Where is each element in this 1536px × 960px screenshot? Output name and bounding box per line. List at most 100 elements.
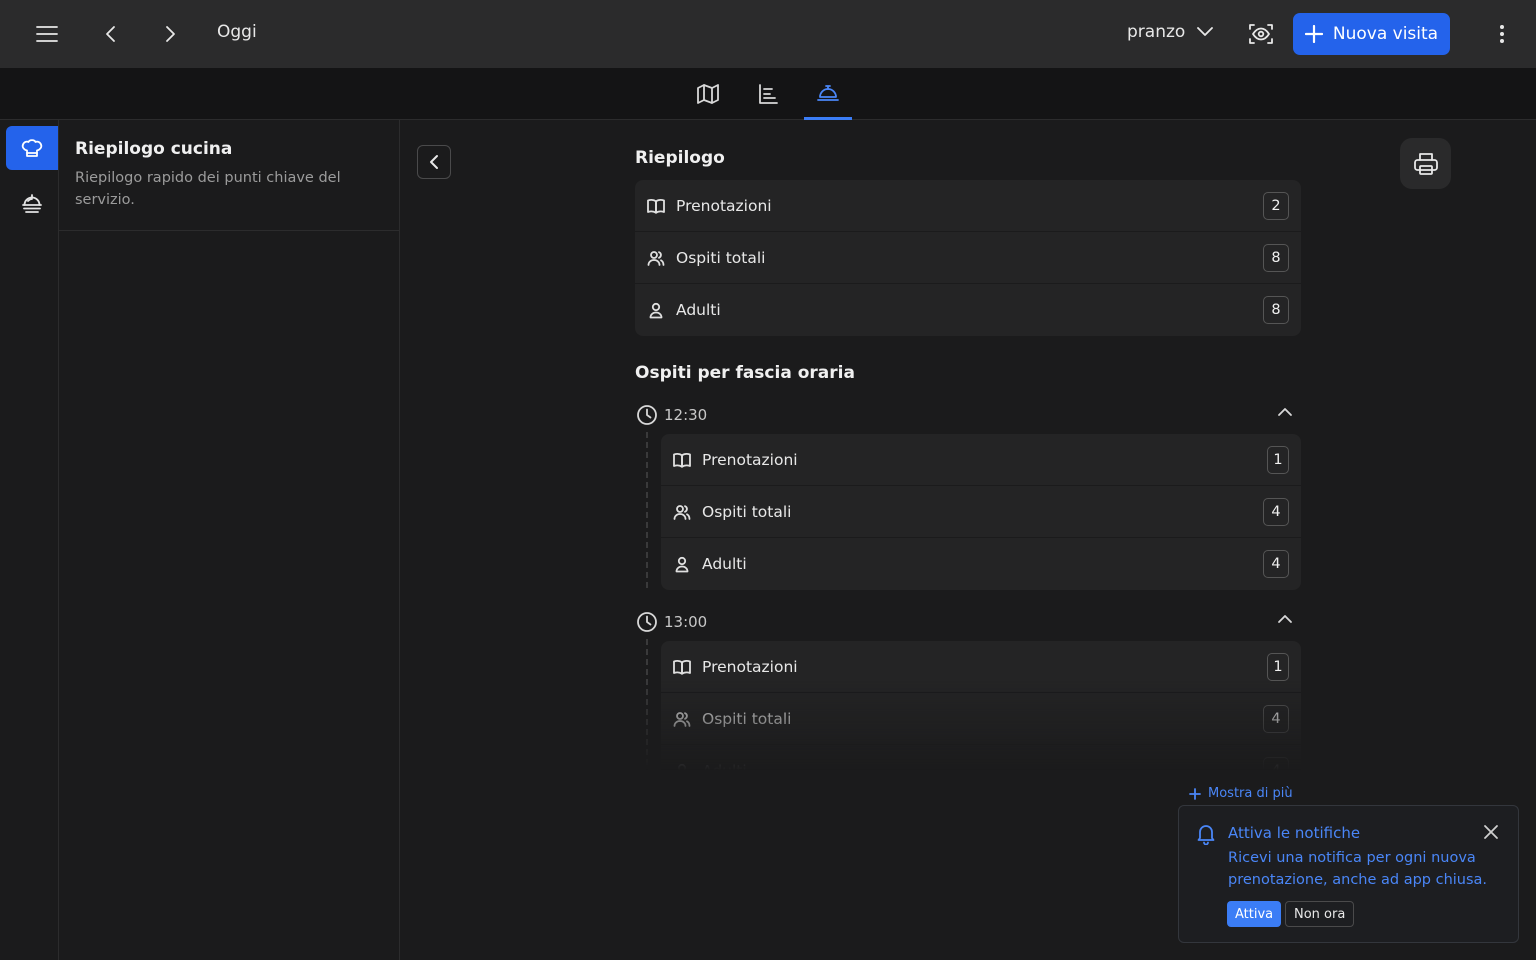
service-value: pranzo (1127, 22, 1186, 42)
time-slot-time: 13:00 (664, 613, 708, 631)
slot-row-label: Adulti (702, 555, 747, 573)
toast-body: Ricevi una notifica per ogni nuova preno… (1228, 850, 1488, 888)
panel-subtitle: Riepilogo rapido dei punti chiave del se… (75, 170, 341, 208)
open-book-icon (647, 198, 665, 214)
date-label[interactable]: Oggi (217, 22, 257, 42)
slot-row-total-guests: Ospiti totali 4 (661, 486, 1301, 538)
chef-hat-icon (21, 139, 43, 157)
slot-row-bookings: Prenotazioni 1 (661, 434, 1301, 486)
view-toggle-button[interactable] (1241, 14, 1281, 54)
time-slot-connector (646, 432, 648, 588)
next-day-button[interactable] (150, 14, 190, 54)
slot-row-total-guests: Ospiti totali 4 (661, 693, 1301, 745)
collapse-panel-button[interactable] (417, 145, 451, 179)
service-select[interactable]: pranzo (1127, 22, 1214, 42)
slot-row-label: Adulti (702, 762, 1263, 770)
map-icon (697, 84, 719, 104)
show-more-link[interactable]: Mostra di più (1189, 786, 1293, 801)
rail-kitchen-summary[interactable] (6, 126, 58, 170)
summary-row-count: 2 (1263, 191, 1289, 220)
not-now-button[interactable]: Non ora (1285, 901, 1355, 927)
slot-row-count: 4 (1263, 704, 1289, 733)
users-icon (647, 250, 665, 266)
panel-title: Riepilogo cucina (75, 139, 233, 159)
summary-title: Riepilogo (635, 148, 725, 168)
eye-scan-icon (1249, 24, 1273, 44)
slot-row-label: Prenotazioni (702, 450, 798, 469)
chevron-up-icon (1278, 615, 1292, 623)
rail-dishes[interactable] (6, 182, 58, 226)
clock-icon (637, 405, 657, 425)
toast-title: Attiva le notifiche (1228, 824, 1361, 842)
summary-row-label: Adulti (676, 301, 721, 319)
slot-row-count: 1 (1267, 652, 1289, 681)
summary-row-label: Ospiti totali (676, 248, 766, 267)
tab-map[interactable] (684, 68, 732, 120)
slot-row-adults: Adulti 4 (661, 745, 1301, 770)
kitchen-summary-content: Riepilogo Prenotazioni 2 Ospiti totali 8… (635, 120, 1301, 770)
user-icon (675, 556, 689, 573)
panel-header: Riepilogo cucina Riepilogo rapido dei pu… (59, 120, 399, 231)
summary-row-count: 8 (1263, 243, 1289, 272)
time-slot-header[interactable]: 13:00 (635, 608, 1301, 636)
summary-row-total-guests: Ospiti totali 8 (635, 232, 1301, 284)
time-slot-header[interactable]: 12:30 (635, 401, 1301, 429)
hamburger-icon (36, 26, 58, 42)
more-options-button[interactable] (1482, 14, 1522, 54)
tab-timeline[interactable] (744, 68, 792, 120)
tab-kitchen-summary[interactable] (804, 68, 852, 120)
slot-row-bookings: Prenotazioni 1 (661, 641, 1301, 693)
users-icon (673, 711, 691, 727)
side-panel: Riepilogo cucina Riepilogo rapido dei pu… (59, 120, 400, 960)
time-slot-time: 12:30 (664, 406, 708, 424)
chevron-left-icon (106, 26, 115, 42)
user-icon (649, 302, 663, 319)
new-visit-label: Nuova visita (1332, 24, 1439, 44)
new-visit-button[interactable]: Nuova visita (1293, 13, 1450, 55)
slot-row-count: 4 (1263, 497, 1289, 526)
time-slot-connector (646, 639, 648, 770)
summary-row-adults: Adulti 8 (635, 284, 1301, 336)
summary-row-bookings: Prenotazioni 2 (635, 180, 1301, 232)
user-icon (677, 763, 687, 770)
time-slot-card: Prenotazioni 1 Ospiti totali 4 Adulti 4 (661, 434, 1301, 590)
chart-icon (759, 84, 778, 104)
show-more-label: Mostra di più (1208, 786, 1293, 801)
summary-row-count: 8 (1263, 296, 1289, 324)
menu-button[interactable] (27, 14, 67, 54)
view-tabs (0, 68, 1536, 120)
slot-row-label: Ospiti totali (702, 502, 792, 521)
plus-icon (1304, 25, 1323, 43)
top-bar: Oggi pranzo Nuova visita (0, 0, 1536, 68)
bell-icon (1197, 825, 1215, 845)
plus-icon (1189, 787, 1201, 800)
chevron-down-icon (1197, 27, 1214, 36)
slot-row-count: 4 (1263, 757, 1289, 770)
time-slot-card: Prenotazioni 1 Ospiti totali 4 Adulti 4 (661, 641, 1301, 770)
previous-day-button[interactable] (91, 14, 131, 54)
slot-row-label: Ospiti totali (702, 709, 792, 728)
chevron-left-icon (430, 155, 438, 169)
slot-row-label: Prenotazioni (702, 657, 798, 676)
open-book-icon (673, 659, 691, 675)
chevron-up-icon (1278, 408, 1292, 416)
food-plate-icon (22, 194, 42, 213)
service-bell-icon (817, 84, 839, 101)
notification-toast: Attiva le notifiche Ricevi una notifica … (1178, 805, 1519, 943)
clock-icon (637, 612, 657, 632)
summary-card: Prenotazioni 2 Ospiti totali 8 Adulti 8 (635, 180, 1301, 336)
open-book-icon (673, 452, 691, 468)
enable-notifications-button[interactable]: Attiva (1227, 901, 1282, 927)
slot-row-count: 1 (1267, 445, 1289, 474)
users-icon (673, 504, 691, 520)
printer-icon (1413, 152, 1438, 175)
kebab-icon (1500, 25, 1504, 43)
slot-row-count: 4 (1263, 550, 1289, 578)
slots-title: Ospiti per fascia oraria (635, 363, 855, 383)
print-button[interactable] (1400, 138, 1451, 189)
summary-row-label: Prenotazioni (676, 196, 772, 215)
chevron-right-icon (166, 26, 175, 42)
close-icon[interactable] (1482, 823, 1500, 841)
left-rail (0, 120, 59, 960)
slot-row-adults: Adulti 4 (661, 538, 1301, 590)
